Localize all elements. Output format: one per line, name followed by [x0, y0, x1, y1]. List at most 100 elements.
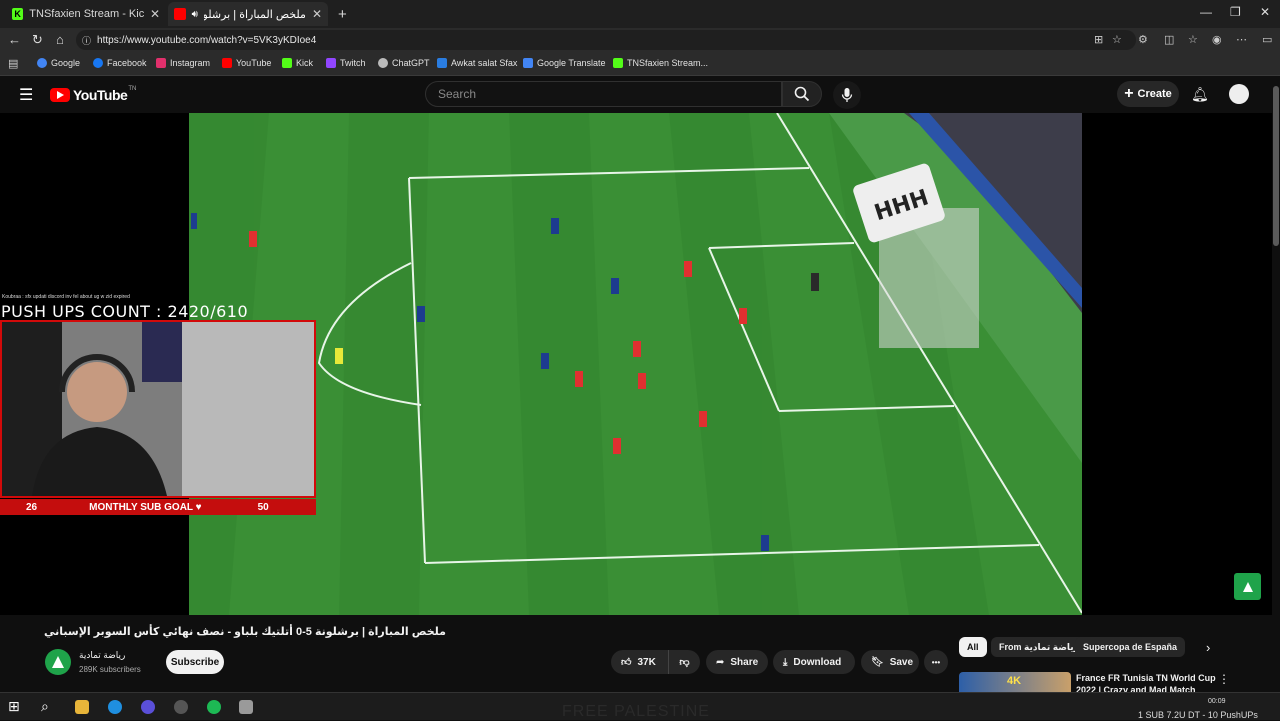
- close-tab-icon[interactable]: ✕: [144, 7, 160, 21]
- youtube-icon: [222, 58, 232, 68]
- sidebar-toggle-icon[interactable]: ▭: [1262, 33, 1272, 46]
- save-button[interactable]: 🔖︎ Save: [861, 650, 919, 674]
- chip-all[interactable]: All: [959, 637, 987, 657]
- app-shield-icon[interactable]: [239, 700, 253, 714]
- edge-browser-icon[interactable]: [108, 700, 122, 714]
- hamburger-menu-icon[interactable]: ☰: [19, 85, 33, 105]
- app-install-icon[interactable]: ⊞: [1094, 33, 1103, 46]
- channel-watermark-button[interactable]: [1234, 573, 1261, 600]
- kick-icon: [282, 58, 292, 68]
- bookmark-twitch[interactable]: Twitch: [326, 58, 366, 68]
- bookmark-label: Facebook: [107, 58, 147, 68]
- bookmark-label: YouTube: [236, 58, 272, 68]
- back-icon[interactable]: ←: [8, 32, 21, 47]
- bookmark-label: Instagram: [170, 58, 211, 68]
- close-tab-icon[interactable]: ✕: [306, 7, 322, 21]
- youtube-favicon-icon: [174, 8, 186, 20]
- football-pitch-frame: HHH: [189, 113, 1082, 615]
- more-actions-button[interactable]: •••: [924, 650, 948, 674]
- thumb-badge: 4K: [1007, 675, 1022, 687]
- country-code: TN: [128, 86, 137, 92]
- thumbs-down-icon: 👎︎: [679, 657, 690, 668]
- translate-icon: [523, 58, 533, 68]
- close-window-icon[interactable]: ✕: [1260, 5, 1270, 19]
- tab-kick-dashboard[interactable]: K TNSfaxien Stream - Kick Dashboar ✕: [6, 2, 166, 26]
- bookmark-youtube[interactable]: YouTube: [222, 58, 271, 68]
- search-icon: [794, 86, 810, 102]
- url-text: https://www.youtube.com/watch?v=5VK3yKDI…: [97, 34, 317, 46]
- scrollbar-thumb[interactable]: [1273, 86, 1279, 246]
- minimize-icon[interactable]: —: [1200, 5, 1212, 19]
- bookmark-chatgpt[interactable]: ChatGPT: [378, 58, 430, 68]
- bookmark-google-translate[interactable]: Google Translate: [523, 58, 606, 68]
- subscriber-count: 289K subscribers: [79, 665, 141, 674]
- bookmark-label: Awkat salat Sfax: [451, 58, 518, 68]
- more-menu-icon[interactable]: ⋯: [1236, 33, 1247, 46]
- extensions-icon[interactable]: ⚙: [1138, 33, 1148, 46]
- bookmark-google[interactable]: Google: [37, 58, 80, 68]
- google-icon: [37, 58, 47, 68]
- bookmark-facebook[interactable]: Facebook: [93, 58, 147, 68]
- channel-avatar[interactable]: [45, 649, 71, 675]
- bookmark-label: Google Translate: [537, 58, 606, 68]
- favorite-star-icon[interactable]: ☆: [1112, 33, 1122, 46]
- thumbs-up-icon: 👍︎: [621, 657, 632, 668]
- windows-start-icon[interactable]: ⊞: [8, 698, 20, 715]
- create-button[interactable]: + Create: [1117, 81, 1179, 107]
- bookmark-instagram[interactable]: Instagram: [156, 58, 210, 68]
- voice-search-button[interactable]: [833, 81, 861, 109]
- home-icon[interactable]: ⌂: [56, 32, 64, 47]
- subscribe-button[interactable]: Subscribe: [166, 650, 224, 674]
- youtube-logo[interactable]: YouTube TN: [50, 86, 137, 103]
- spotify-icon[interactable]: [207, 700, 221, 714]
- search-input[interactable]: Search: [425, 81, 782, 107]
- plus-icon: +: [1124, 85, 1134, 102]
- chatgpt-icon: [378, 58, 388, 68]
- free-palestine-watermark: FREE PALESTINE: [562, 703, 710, 720]
- recommended-video-title[interactable]: France FR Tunisia TN World Cup 2022 | Cr…: [1076, 672, 1216, 692]
- video-player[interactable]: HHH: [189, 113, 1082, 615]
- chip-supercopa[interactable]: Supercopa de España: [1075, 637, 1186, 657]
- bookmark-tnsfaxien-stream[interactable]: TNSfaxien Stream...: [613, 58, 708, 68]
- facebook-icon: [93, 58, 103, 68]
- bookmark-icon: 🔖︎: [871, 656, 884, 668]
- tab-youtube-video[interactable]: 🔊︎ ملخص المباراة | برشلونة 5-0 أتل ✕: [168, 2, 328, 26]
- download-button[interactable]: ⤓ Download: [773, 650, 855, 674]
- streamer-webcam-image: [2, 322, 314, 496]
- profile-icon[interactable]: ◉: [1212, 33, 1222, 46]
- site-info-icon[interactable]: ⓘ: [82, 34, 91, 47]
- search-button[interactable]: [782, 81, 822, 107]
- address-bar-row: ← ↻ ⌂ ⓘ https://www.youtube.com/watch?v=…: [0, 28, 1280, 52]
- url-field[interactable]: ⓘ https://www.youtube.com/watch?v=5VK3yK…: [76, 30, 1136, 50]
- channel-name[interactable]: رياضة تمادية: [79, 650, 125, 661]
- share-arrow-icon: ➦: [716, 656, 725, 668]
- reading-list-icon[interactable]: ▤: [8, 57, 18, 70]
- collections-icon[interactable]: ☆: [1188, 33, 1198, 46]
- file-explorer-icon[interactable]: [75, 700, 89, 714]
- bookmark-awkat-salat[interactable]: Awkat salat Sfax: [437, 58, 517, 68]
- account-avatar[interactable]: [1229, 84, 1249, 104]
- bookmark-kick[interactable]: Kick: [282, 58, 313, 68]
- speaker-icon[interactable]: 🔊︎: [192, 9, 198, 20]
- share-button[interactable]: ➦ Share: [706, 650, 768, 674]
- dislike-button[interactable]: 👎︎: [668, 650, 700, 674]
- split-screen-icon[interactable]: ◫: [1164, 33, 1174, 46]
- taskbar-search-icon[interactable]: ⌕: [41, 698, 49, 715]
- more-vertical-icon[interactable]: ⋮: [1218, 672, 1230, 686]
- new-tab-button[interactable]: +: [332, 2, 350, 26]
- chevron-right-icon[interactable]: ›: [1206, 640, 1210, 655]
- obs-icon[interactable]: [174, 700, 188, 714]
- share-label: Share: [730, 656, 759, 668]
- system-clock[interactable]: 00:09: [1208, 697, 1226, 706]
- discord-icon[interactable]: [141, 700, 155, 714]
- like-button[interactable]: 👍︎ 37K: [611, 650, 668, 674]
- chip-from-channel[interactable]: From رياضة تمادية: [991, 637, 1087, 657]
- chat-message: Koubraa : sfx updati discord inv fel abo…: [2, 294, 130, 300]
- notifications-bell-icon[interactable]: 🔔︎: [1191, 86, 1209, 103]
- maximize-icon[interactable]: ❐: [1230, 5, 1241, 19]
- bookmark-label: ChatGPT: [392, 58, 430, 68]
- reload-icon[interactable]: ↻: [32, 32, 43, 48]
- download-icon: ⤓: [783, 656, 788, 668]
- recommended-video-thumbnail[interactable]: 4K: [959, 672, 1071, 692]
- push-ups-counter: PUSH UPS COUNT : 2420/610: [1, 302, 249, 321]
